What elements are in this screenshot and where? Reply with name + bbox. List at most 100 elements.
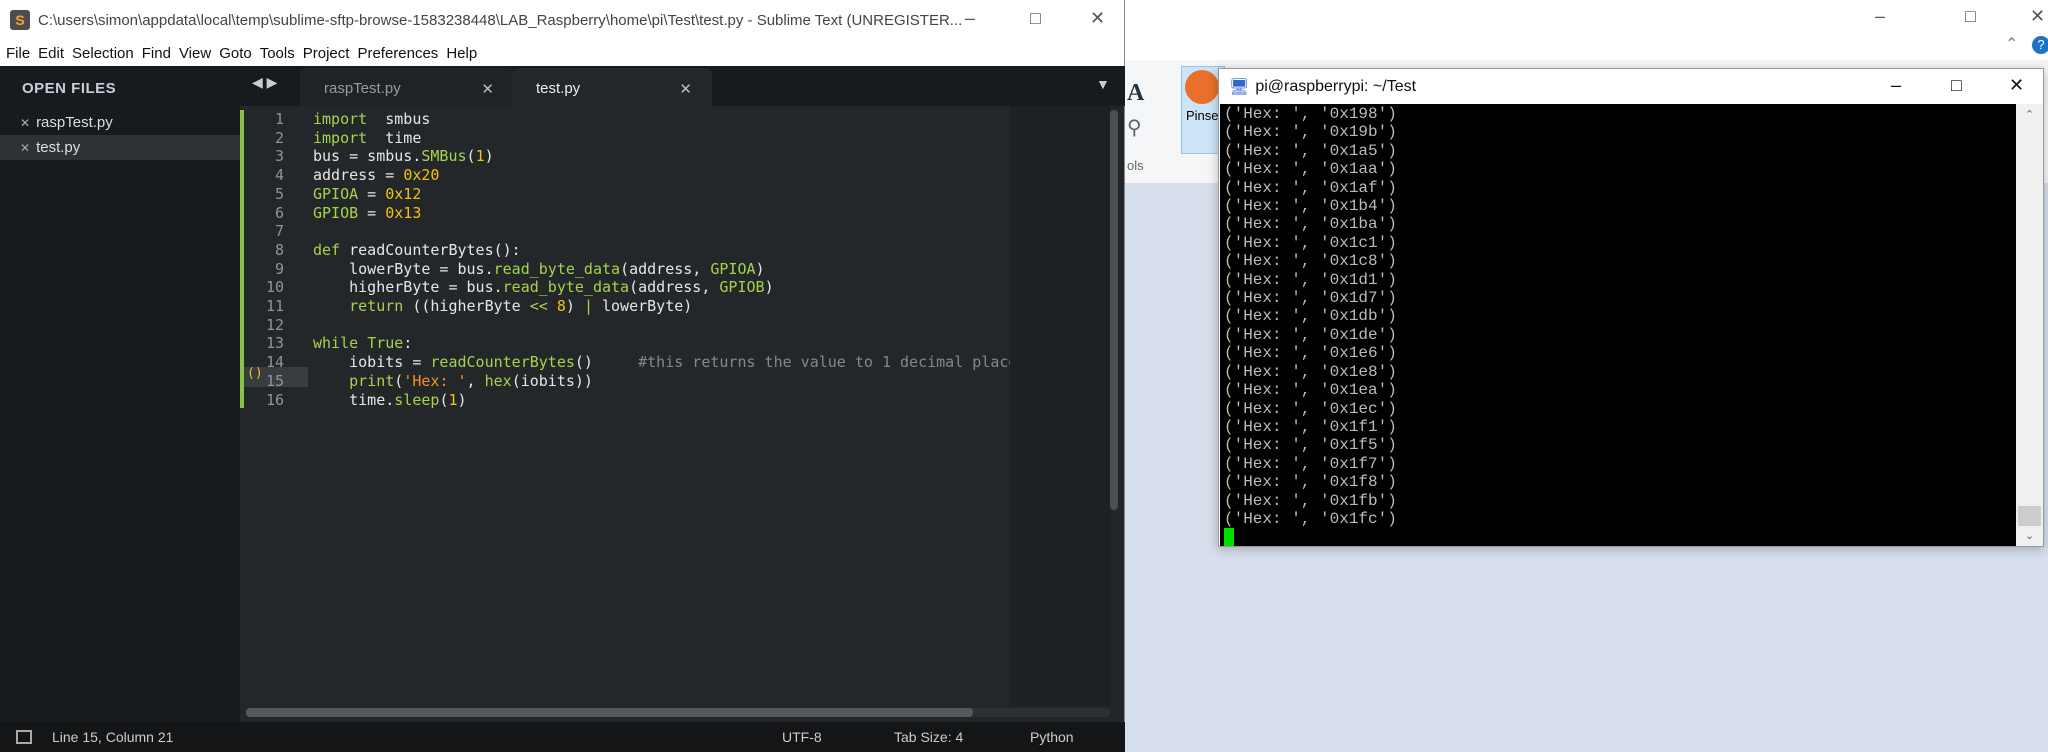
close-file-icon[interactable]: ✕: [20, 116, 30, 130]
menu-file[interactable]: File: [6, 45, 30, 62]
code-token: 0x13: [385, 203, 422, 222]
open-file-rasptest[interactable]: ✕ raspTest.py: [0, 110, 240, 135]
code-line: GPIOB = 0x13: [313, 204, 421, 222]
code-token: address =: [313, 166, 404, 185]
menu-find[interactable]: Find: [142, 45, 171, 62]
help-icon[interactable]: ?: [2032, 36, 2048, 54]
scroll-down-icon[interactable]: ⌄: [2016, 529, 2043, 542]
code-token: (address,: [620, 259, 711, 278]
putty-terminal-window: 🖥 pi@raspberrypi: ~/Test – □ ✕ ('Hex: ',…: [1218, 68, 2044, 547]
bg-close-button[interactable]: ✕: [2030, 6, 2045, 27]
text-tool-icon[interactable]: A: [1127, 80, 1144, 107]
minimap[interactable]: [1010, 106, 1110, 706]
menu-project[interactable]: Project: [303, 45, 350, 62]
line-number: 2: [274, 128, 284, 147]
terminal-line: ('Hex: ', '0x1e8'): [1224, 362, 1397, 381]
code-token: <<: [529, 297, 548, 315]
terminal-output[interactable]: ('Hex: ', '0x198') ('Hex: ', '0x19b') ('He…: [1220, 104, 2016, 547]
tab-close-icon[interactable]: ✕: [679, 80, 692, 98]
close-button[interactable]: ✕: [1090, 8, 1105, 29]
menu-preferences[interactable]: Preferences: [357, 45, 438, 62]
code-token: 'Hex: ': [403, 371, 467, 390]
code-token: (): [574, 353, 639, 372]
terminal-line: ('Hex: ', '0x19b'): [1224, 123, 1397, 142]
tab-rasptest[interactable]: raspTest.py ✕: [300, 68, 514, 106]
terminal-cursor: [1224, 528, 1234, 547]
terminal-line: ('Hex: ', '0x1c8'): [1224, 252, 1397, 271]
menu-view[interactable]: View: [179, 45, 211, 62]
cursor-position: Line 15, Column 21: [52, 729, 174, 745]
background-window-titlebar: – □ ✕: [1125, 0, 2048, 60]
magnifier-icon[interactable]: ⚲: [1127, 115, 1142, 140]
code-token: lowerByte = bus.: [313, 259, 494, 278]
vertical-scrollbar[interactable]: [1110, 110, 1118, 510]
code-token: 0x12: [385, 184, 422, 203]
code-token: ,: [466, 371, 485, 390]
menu-edit[interactable]: Edit: [38, 45, 64, 62]
open-file-test[interactable]: ✕ test.py: [0, 135, 240, 160]
bg-minimize-button[interactable]: –: [1875, 6, 1885, 27]
minimize-button[interactable]: –: [965, 8, 975, 29]
encoding[interactable]: UTF-8: [782, 729, 822, 745]
code-token: ((higherByte: [403, 297, 530, 315]
code-token: ): [764, 278, 774, 297]
modified-gutter-bar: [240, 110, 244, 408]
code-line: bus = smbus.SMBus(1): [313, 147, 494, 165]
code-token: =: [358, 203, 386, 222]
menu-selection[interactable]: Selection: [72, 45, 134, 62]
code-line: address = 0x20: [313, 166, 439, 184]
window-title: C:\users\simon\appdata\local\temp\sublim…: [38, 11, 963, 29]
tab-nav-arrows-icon[interactable]: ◀ ▶: [252, 74, 277, 91]
tab-menu-icon[interactable]: ▼: [1096, 76, 1110, 92]
syntax[interactable]: Python: [1030, 729, 1074, 745]
menu-help[interactable]: Help: [446, 45, 477, 62]
code-token: def: [313, 240, 341, 259]
close-file-icon[interactable]: ✕: [20, 141, 30, 155]
terminal-scrollbar[interactable]: ⌃ ⌄: [2016, 104, 2043, 546]
terminal-line: ('Hex: ', '0x1f1'): [1224, 417, 1397, 436]
horizontal-scrollbar[interactable]: [246, 708, 1110, 717]
scroll-up-icon[interactable]: ⌃: [2016, 104, 2043, 121]
code-token: 0x20: [403, 166, 440, 185]
terminal-minimize-button[interactable]: –: [1891, 75, 1901, 96]
line-number: 16: [265, 390, 284, 409]
code-token: lowerByte): [592, 297, 693, 315]
terminal-line: ('Hex: ', '0x1b4'): [1224, 197, 1397, 216]
terminal-line: ('Hex: ', '0x1ea'): [1224, 381, 1397, 400]
maximize-button[interactable]: □: [1030, 8, 1041, 29]
code-line: lowerByte = bus.read_byte_data(address, …: [313, 259, 764, 278]
menu-tools[interactable]: Tools: [260, 45, 295, 62]
tab-size[interactable]: Tab Size: 4: [894, 729, 963, 745]
code-line: return ((higherByte << 8) | lowerByte): [313, 297, 692, 315]
tab-close-icon[interactable]: ✕: [481, 80, 494, 98]
terminal-maximize-button[interactable]: □: [1951, 75, 1962, 96]
scroll-thumb[interactable]: [2018, 506, 2041, 526]
bg-maximize-button[interactable]: □: [1965, 6, 1976, 27]
tab-bar: raspTest.py ✕ test.py ✕: [240, 66, 1125, 106]
brushes-label: Pinse: [1186, 108, 1219, 123]
menu-goto[interactable]: Goto: [219, 45, 252, 62]
code-token: =: [358, 184, 386, 203]
scroll-thumb[interactable]: [246, 708, 973, 717]
code-line: def readCounterBytes():: [313, 241, 521, 259]
code-line: higherByte = bus.read_byte_data(address,…: [313, 278, 774, 297]
collapse-ribbon-icon[interactable]: ⌃: [2005, 34, 2018, 54]
line-number: 12: [265, 315, 284, 334]
terminal-line: ('Hex: ', '0x1c1'): [1224, 233, 1397, 252]
tab-test[interactable]: test.py ✕: [512, 68, 712, 106]
sidebar-title: OPEN FILES: [22, 80, 117, 97]
line-number: 6: [274, 203, 284, 222]
code-token: (: [466, 147, 476, 166]
line-number: 13: [265, 334, 284, 353]
line-number: 7: [274, 222, 284, 241]
tab-label: raspTest.py: [324, 80, 401, 97]
terminal-close-button[interactable]: ✕: [2009, 75, 2024, 96]
console-toggle-icon[interactable]: [16, 730, 32, 744]
code-token: (: [394, 371, 404, 390]
code-token: import: [313, 110, 368, 128]
code-token: print: [349, 371, 395, 390]
code-token: readCounterBytes():: [340, 240, 521, 259]
code-token: time.: [313, 390, 395, 409]
terminal-line: ('Hex: ', '0x198'): [1224, 105, 1397, 123]
